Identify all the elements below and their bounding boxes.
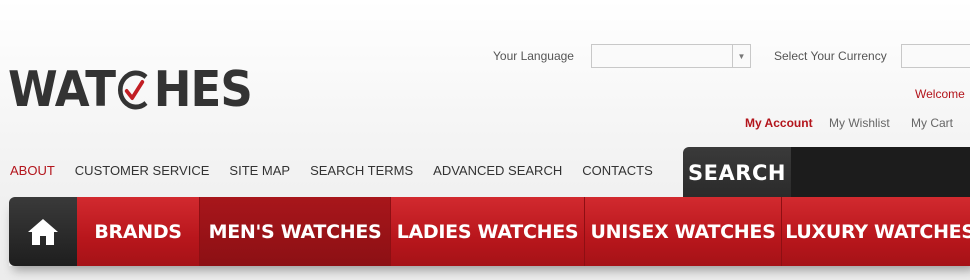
currency-select[interactable] [901,44,970,68]
nav-luxury-watches[interactable]: LUXURY WATCHES [782,197,970,266]
search-label: SEARCH [683,147,791,199]
nav-ladies-watches[interactable]: LADIES WATCHES [391,197,585,266]
topnav-about[interactable]: ABOUT [10,163,55,178]
logo-text-start: WAT [8,61,116,118]
nav-mens-watches[interactable]: MEN'S WATCHES [200,197,391,266]
chevron-down-icon[interactable]: ▼ [732,45,750,67]
home-button[interactable] [9,197,77,266]
top-navigation: ABOUT CUSTOMER SERVICE SITE MAP SEARCH T… [10,163,673,178]
nav-unisex-watches[interactable]: UNISEX WATCHES [585,197,782,266]
welcome-message: Welcome [915,87,965,101]
topnav-search-terms[interactable]: SEARCH TERMS [310,163,413,178]
my-wishlist-link[interactable]: My Wishlist [829,116,890,130]
topnav-contacts[interactable]: CONTACTS [582,163,653,178]
language-label: Your Language [493,49,574,63]
nav-brands[interactable]: BRANDS [77,197,200,266]
logo-text-end: HES [153,61,253,118]
language-select[interactable]: ▼ [591,44,751,68]
topnav-site-map[interactable]: SITE MAP [229,163,290,178]
currency-label: Select Your Currency [774,49,887,63]
my-cart-link[interactable]: My Cart [911,116,953,130]
topnav-advanced-search[interactable]: ADVANCED SEARCH [433,163,562,178]
main-navigation: BRANDS MEN'S WATCHES LADIES WATCHES UNIS… [9,197,970,266]
clock-check-icon [118,70,148,110]
logo-wordmark: WAT HES [8,61,253,118]
home-icon [28,218,58,245]
my-account-link[interactable]: My Account [745,116,813,130]
search-input[interactable] [791,147,970,199]
site-logo[interactable]: WAT HES [8,64,273,116]
topnav-customer-service[interactable]: CUSTOMER SERVICE [75,163,210,178]
